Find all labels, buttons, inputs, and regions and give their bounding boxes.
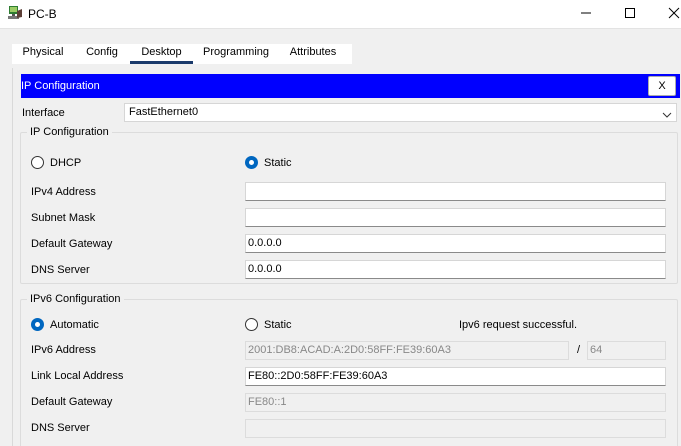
interface-label: Interface	[22, 107, 65, 119]
ipv4-address-label: IPv4 Address	[31, 186, 96, 198]
ip-config-header: IP Configuration	[21, 74, 680, 98]
tab-config[interactable]: Config	[78, 44, 126, 64]
ipv6-static-label: Static	[264, 319, 292, 331]
dns-server-field[interactable]: 0.0.0.0	[245, 260, 666, 279]
ipv4-address-field[interactable]	[245, 182, 666, 201]
link-local-field[interactable]: FE80::2D0:58FF:FE39:60A3	[245, 367, 666, 386]
static-label: Static	[264, 157, 292, 169]
default-gateway-label: Default Gateway	[31, 238, 113, 250]
maximize-button[interactable]	[607, 0, 653, 28]
dhcp-radio[interactable]	[31, 156, 44, 169]
ipv6-address-field[interactable]: 2001:DB8:ACAD:A:2D0:58FF:FE39:60A3	[245, 341, 569, 360]
prefix-separator: /	[577, 344, 581, 356]
panel-title: IP Configuration	[21, 80, 100, 92]
interface-value: FastEthernet0	[129, 106, 199, 118]
automatic-radio[interactable]	[31, 318, 44, 331]
close-window-button[interactable]	[651, 0, 681, 28]
title-bar: PC-B	[0, 0, 681, 28]
dhcp-label: DHCP	[50, 157, 82, 169]
interface-select[interactable]: FastEthernet0	[124, 103, 677, 122]
subnet-mask-label: Subnet Mask	[31, 212, 96, 224]
ipv6-dns-server-field[interactable]	[245, 419, 666, 438]
window-title: PC-B	[28, 7, 57, 21]
ipv6-group-title: IPv6 Configuration	[27, 293, 124, 305]
pc-app-icon	[7, 5, 23, 21]
close-panel-button[interactable]: X	[648, 76, 676, 96]
dns-server-label: DNS Server	[31, 264, 90, 276]
ipv6-prefix-field[interactable]: 64	[587, 341, 666, 360]
ipv6-dns-server-label: DNS Server	[31, 422, 90, 434]
minimize-icon	[580, 7, 592, 22]
ipv6-status-text: Ipv6 request successful.	[459, 319, 578, 331]
minimize-button[interactable]	[563, 0, 609, 28]
close-icon	[668, 7, 680, 22]
tab-physical[interactable]: Physical	[12, 44, 74, 64]
automatic-label: Automatic	[50, 319, 99, 331]
ipv6-default-gateway-field[interactable]: FE80::1	[245, 393, 666, 412]
chevron-down-icon	[662, 108, 672, 118]
ipv4-group-title: IP Configuration	[27, 126, 112, 138]
maximize-icon	[624, 7, 636, 22]
ipv6-address-label: IPv6 Address	[31, 344, 96, 356]
tab-attributes[interactable]: Attributes	[281, 44, 345, 64]
ipv6-static-radio[interactable]	[245, 318, 258, 331]
default-gateway-field[interactable]: 0.0.0.0	[245, 234, 666, 253]
link-local-label: Link Local Address	[31, 370, 124, 382]
tab-strip: Physical Config Desktop Programming Attr…	[0, 28, 681, 66]
subnet-mask-field[interactable]	[245, 208, 666, 227]
tab-programming[interactable]: Programming	[197, 44, 275, 64]
static-radio[interactable]	[245, 156, 258, 169]
tab-desktop[interactable]: Desktop	[130, 44, 193, 64]
ipv6-default-gateway-label: Default Gateway	[31, 396, 113, 408]
